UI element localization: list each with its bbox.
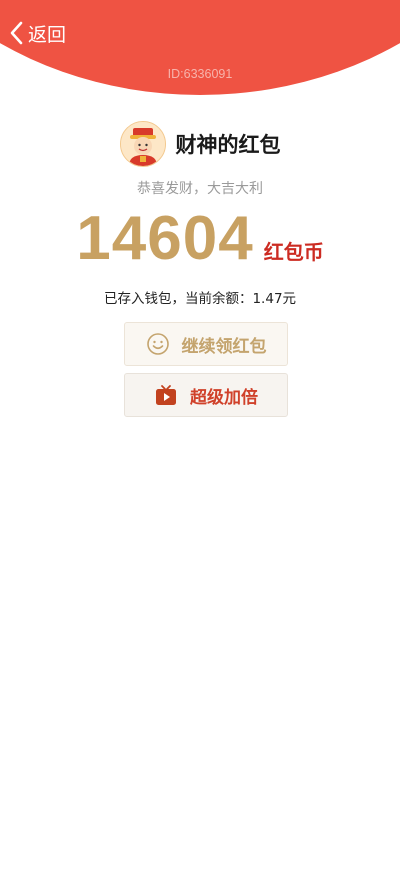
sender-name: 财神的红包 [175,133,281,157]
greeting-text: 恭喜发财，大吉大利 [137,181,263,197]
header: 返回 ID:6336091 [0,0,400,95]
super-double-label: 超级加倍 [190,387,258,408]
chevron-left-icon [10,21,23,45]
wallet-balance-text: 已存入钱包，当前余额：1.47元 [103,291,297,307]
continue-collect-label: 继续领红包 [181,336,267,357]
back-label: 返回 [28,23,67,46]
reward-amount: 14604 [76,204,254,273]
fortune-god-avatar-icon [120,122,165,166]
sender-row: 财神的红包 [0,121,400,167]
back-button[interactable]: 返回 [8,19,66,47]
reward-amount-row: 14604 红包币 [0,203,400,274]
continue-collect-button[interactable]: 继续领红包 [124,322,288,366]
user-id-text: ID:6336091 [167,67,233,81]
video-play-icon [156,385,176,405]
red-packet-result-page: 返回 ID:6336091 财神的红包 恭喜发财，大吉大利 14604 红包币 … [0,0,400,888]
reward-unit: 红包币 [263,240,324,264]
super-double-button[interactable]: 超级加倍 [124,373,288,417]
smiley-icon [146,333,169,355]
avatar [119,121,166,167]
